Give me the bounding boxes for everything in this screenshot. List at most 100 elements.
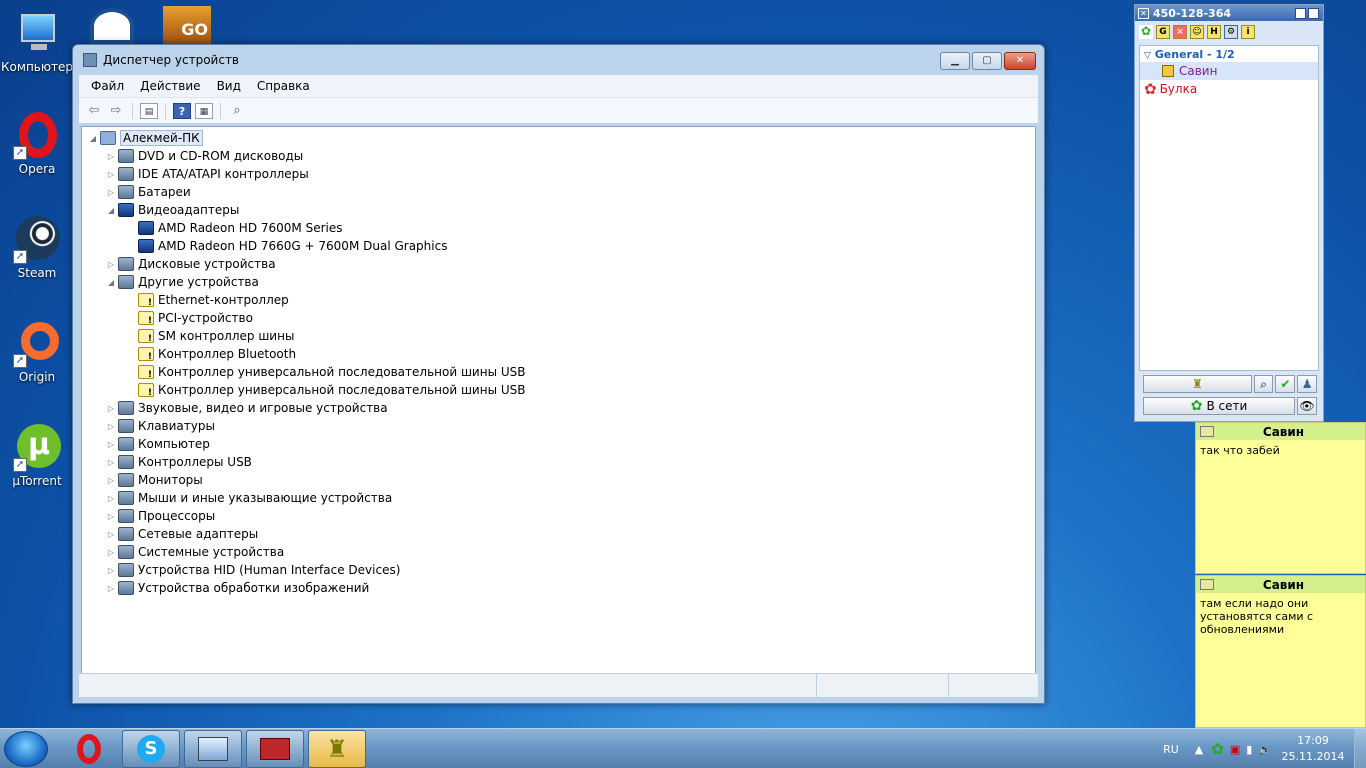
start-button[interactable] xyxy=(4,731,48,767)
menu-view[interactable]: Вид xyxy=(209,79,249,93)
tree-category[interactable]: ▷ IDE ATA/ATAPI контроллеры xyxy=(106,165,309,183)
properties-icon[interactable]: ▤ xyxy=(140,102,158,119)
expand-arrow-icon[interactable]: ▷ xyxy=(106,188,116,197)
tree-category[interactable]: ▷ Контроллеры USB xyxy=(106,453,252,471)
add-contact-button[interactable]: ✔ xyxy=(1275,375,1296,393)
contact-item[interactable]: ✿ Булка xyxy=(1140,80,1318,98)
expand-arrow-icon[interactable]: ▷ xyxy=(106,260,116,269)
messenger-title-bar[interactable]: ✕ 450-128-364 xyxy=(1135,5,1323,21)
expand-arrow-icon[interactable]: ▷ xyxy=(106,512,116,521)
tree-category[interactable]: ▷ Компьютер xyxy=(106,435,210,453)
desktop-icon-utorrent[interactable]: µ ➚ µTorrent xyxy=(0,424,74,488)
tree-category[interactable]: ▷ Батареи xyxy=(106,183,191,201)
tree-category[interactable]: ▷ Мониторы xyxy=(106,471,203,489)
tree-category[interactable]: ◢ Видеоадаптеры xyxy=(106,201,239,219)
desktop-icon-opera[interactable]: ➚ Opera xyxy=(0,112,74,176)
tree-category[interactable]: ▷ Сетевые адаптеры xyxy=(106,525,258,543)
message-popup[interactable]: Савин так что забей xyxy=(1195,422,1366,574)
network-app-icon[interactable] xyxy=(90,8,134,44)
clock[interactable]: 17:09 25.11.2014 xyxy=(1278,733,1348,765)
expand-arrow-icon[interactable]: ▷ xyxy=(106,566,116,575)
tree-device[interactable]: AMD Radeon HD 7600M Series xyxy=(126,219,343,237)
close-button[interactable]: ✕ xyxy=(1004,52,1036,70)
tree-root[interactable]: ◢ Алекмей-ПК xyxy=(88,129,203,147)
block-icon[interactable]: × xyxy=(1173,25,1187,39)
tree-category[interactable]: ▷ Устройства HID (Human Interface Devices… xyxy=(106,561,400,579)
tree-device[interactable]: PCI-устройство xyxy=(126,309,253,327)
usb-safe-remove-icon[interactable]: ▣ xyxy=(1230,743,1240,756)
tree-device[interactable]: Контроллер универсальной последовательно… xyxy=(126,363,526,381)
desktop-icon-steam[interactable]: ➚ Steam xyxy=(0,216,74,280)
collapse-arrow-icon[interactable]: ◢ xyxy=(88,134,98,143)
tree-category[interactable]: ▷ Системные устройства xyxy=(106,543,284,561)
tree-category[interactable]: ▷ Дисковые устройства xyxy=(106,255,276,273)
expand-arrow-icon[interactable]: ▷ xyxy=(106,170,116,179)
taskbar-skype[interactable]: S xyxy=(122,730,180,768)
volume-icon[interactable]: 🔈 xyxy=(1258,743,1272,756)
expand-arrow-icon[interactable]: ▷ xyxy=(106,422,116,431)
settings-icon[interactable]: ⚙ xyxy=(1224,25,1238,39)
privacy-button[interactable]: 👁 xyxy=(1297,397,1317,415)
taskbar-opera[interactable] xyxy=(60,730,118,768)
tree-category[interactable]: ▷ Клавиатуры xyxy=(106,417,215,435)
tree-device[interactable]: Контроллер Bluetooth xyxy=(126,345,296,363)
menu-help[interactable]: Справка xyxy=(249,79,318,93)
tree-category[interactable]: ▷ Устройства обработки изображений xyxy=(106,579,369,597)
collapse-arrow-icon[interactable]: ◢ xyxy=(106,278,116,287)
taskbar-messenger[interactable]: ♜ xyxy=(308,730,366,768)
message-popup[interactable]: Савин там если надо они установятся сами… xyxy=(1195,575,1366,728)
menu-file[interactable]: Файл xyxy=(83,79,132,93)
search-contact-button[interactable]: ⌕ xyxy=(1253,375,1274,393)
csgo-icon[interactable]: GO xyxy=(163,6,211,44)
back-icon[interactable]: ⇦ xyxy=(85,103,103,119)
minimize-icon[interactable] xyxy=(1308,7,1319,19)
expand-arrow-icon[interactable]: ▷ xyxy=(106,584,116,593)
tree-category[interactable]: ▷ Мыши и иные указывающие устройства xyxy=(106,489,392,507)
tree-device[interactable]: Ethernet-контроллер xyxy=(126,291,289,309)
minimize-button[interactable]: ▁ xyxy=(940,52,970,70)
history-icon[interactable]: H xyxy=(1207,25,1221,39)
update-driver-icon[interactable]: ▦ xyxy=(195,102,213,119)
pin-icon[interactable] xyxy=(1295,7,1306,19)
desktop-icon-origin[interactable]: ➚ Origin xyxy=(0,320,74,384)
expand-arrow-icon[interactable]: ▷ xyxy=(106,440,116,449)
tree-category[interactable]: ◢ Другие устройства xyxy=(106,273,259,291)
scan-hardware-icon[interactable]: ⌕ xyxy=(228,103,246,119)
messenger-tray-icon[interactable]: ✿ xyxy=(1211,740,1224,758)
desktop-icon-computer[interactable]: Компьютер xyxy=(0,10,74,74)
main-menu-button[interactable]: ♜ xyxy=(1143,375,1252,393)
network-icon[interactable]: ▮ xyxy=(1246,743,1252,756)
tree-device[interactable]: Контроллер универсальной последовательно… xyxy=(126,381,526,399)
collapse-arrow-icon[interactable]: ◢ xyxy=(106,206,116,215)
taskbar-control-panel[interactable] xyxy=(184,730,242,768)
expand-arrow-icon[interactable]: ▷ xyxy=(106,404,116,413)
forward-icon[interactable]: ⇨ xyxy=(107,103,125,119)
expand-arrow-icon[interactable]: ▷ xyxy=(106,530,116,539)
close-icon[interactable]: ✕ xyxy=(1138,7,1149,19)
tree-device[interactable]: SM контроллер шины xyxy=(126,327,294,345)
tree-device[interactable]: AMD Radeon HD 7660G + 7600M Dual Graphic… xyxy=(126,237,447,255)
title-bar[interactable]: Диспетчер устройств xyxy=(73,45,1044,75)
smile-icon[interactable]: ☺ xyxy=(1190,25,1204,39)
expand-arrow-icon[interactable]: ▷ xyxy=(106,152,116,161)
gtalk-icon[interactable]: G xyxy=(1156,25,1170,39)
tree-category[interactable]: ▷ Процессоры xyxy=(106,507,215,525)
taskbar-toolbox[interactable] xyxy=(246,730,304,768)
maximize-button[interactable]: ▢ xyxy=(972,52,1002,70)
tree-category[interactable]: ▷ DVD и CD-ROM дисководы xyxy=(106,147,303,165)
user-settings-button[interactable]: ♟ xyxy=(1297,375,1318,393)
expand-arrow-icon[interactable]: ▷ xyxy=(106,548,116,557)
expand-arrow-icon[interactable]: ▷ xyxy=(106,458,116,467)
help-icon[interactable]: ? xyxy=(173,102,191,119)
contact-group[interactable]: ▽ General - 1/2 xyxy=(1140,46,1318,62)
status-flower-icon[interactable]: ✿ xyxy=(1139,25,1153,39)
contact-item[interactable]: Савин xyxy=(1140,62,1318,80)
tree-category[interactable]: ▷ Звуковые, видео и игровые устройства xyxy=(106,399,388,417)
show-hidden-icons[interactable]: ▲ xyxy=(1195,743,1203,756)
menu-action[interactable]: Действие xyxy=(132,79,208,93)
expand-arrow-icon[interactable]: ▷ xyxy=(106,476,116,485)
show-desktop-button[interactable] xyxy=(1354,729,1366,768)
expand-arrow-icon[interactable]: ▷ xyxy=(106,494,116,503)
status-button[interactable]: ✿ В сети xyxy=(1143,397,1295,415)
language-indicator[interactable]: RU xyxy=(1163,743,1179,756)
